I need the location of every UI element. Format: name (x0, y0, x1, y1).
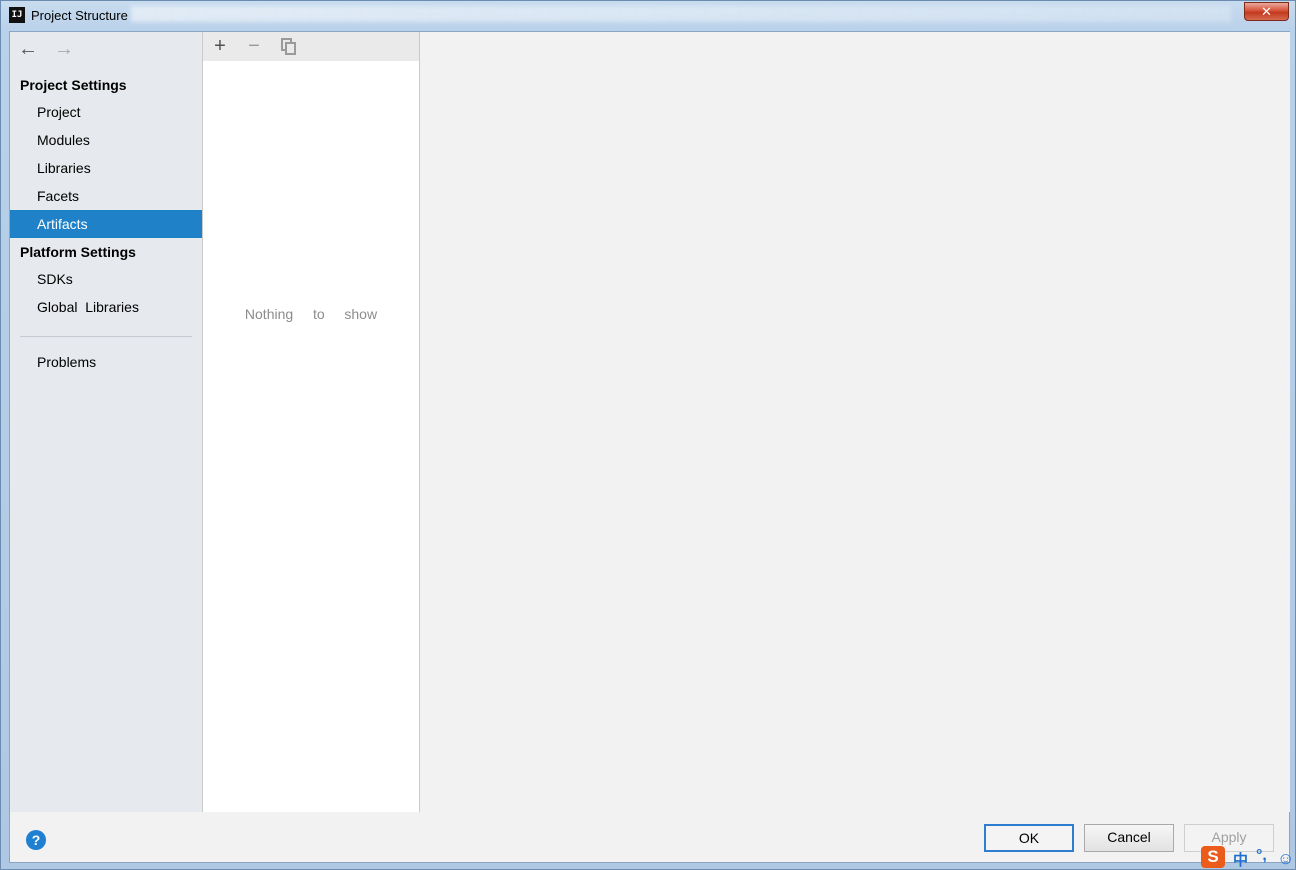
help-icon[interactable]: ? (26, 830, 46, 850)
sidebar-item-global-libraries[interactable]: Global Libraries (10, 293, 202, 321)
detail-pane (421, 32, 1290, 812)
cancel-button[interactable]: Cancel (1084, 824, 1174, 852)
project-structure-window: IJ Project Structure ✕ ← → Project Setti… (0, 0, 1296, 870)
ime-status-tray[interactable]: S 中 °, ☺ (1200, 846, 1296, 870)
ime-mode-indicator[interactable]: 中 (1233, 849, 1248, 870)
smiley-icon[interactable]: ☺ (1277, 849, 1294, 869)
empty-list-message: Nothing to show (244, 306, 378, 322)
close-button[interactable]: ✕ (1244, 2, 1289, 21)
list-toolbar: + − (203, 32, 419, 61)
dialog-button-bar: ? OK Cancel Apply (10, 812, 1289, 862)
dialog-client-area: ← → Project Settings Project Modules Lib… (9, 31, 1290, 863)
sidebar-item-modules[interactable]: Modules (10, 126, 202, 154)
sidebar-item-libraries[interactable]: Libraries (10, 154, 202, 182)
sidebar-item-artifacts[interactable]: Artifacts (10, 210, 202, 238)
sidebar-item-project[interactable]: Project (10, 98, 202, 126)
sidebar-divider (20, 336, 192, 337)
section-header-project-settings: Project Settings (20, 77, 127, 93)
back-arrow-icon[interactable]: ← (18, 38, 38, 60)
intellij-app-icon: IJ (9, 7, 25, 23)
settings-sidebar: ← → Project Settings Project Modules Lib… (10, 32, 202, 812)
background-window-title-blur (131, 6, 1231, 22)
sidebar-item-problems[interactable]: Problems (10, 348, 202, 376)
artifacts-list-pane: + − Nothing to show (202, 32, 420, 812)
window-title: Project Structure (31, 8, 128, 23)
sogou-ime-logo-icon[interactable]: S (1201, 846, 1225, 868)
forward-arrow-icon[interactable]: → (54, 38, 74, 60)
sidebar-item-facets[interactable]: Facets (10, 182, 202, 210)
remove-icon[interactable]: − (243, 35, 265, 57)
title-bar[interactable]: IJ Project Structure ✕ (1, 1, 1296, 31)
ime-punctuation-indicator[interactable]: °, (1256, 847, 1267, 865)
copy-icon-front-square (285, 42, 296, 55)
add-icon[interactable]: + (209, 35, 231, 57)
ok-button[interactable]: OK (984, 824, 1074, 852)
sidebar-item-sdks[interactable]: SDKs (10, 265, 202, 293)
section-header-platform-settings: Platform Settings (20, 244, 136, 260)
copy-icon[interactable] (277, 35, 299, 57)
